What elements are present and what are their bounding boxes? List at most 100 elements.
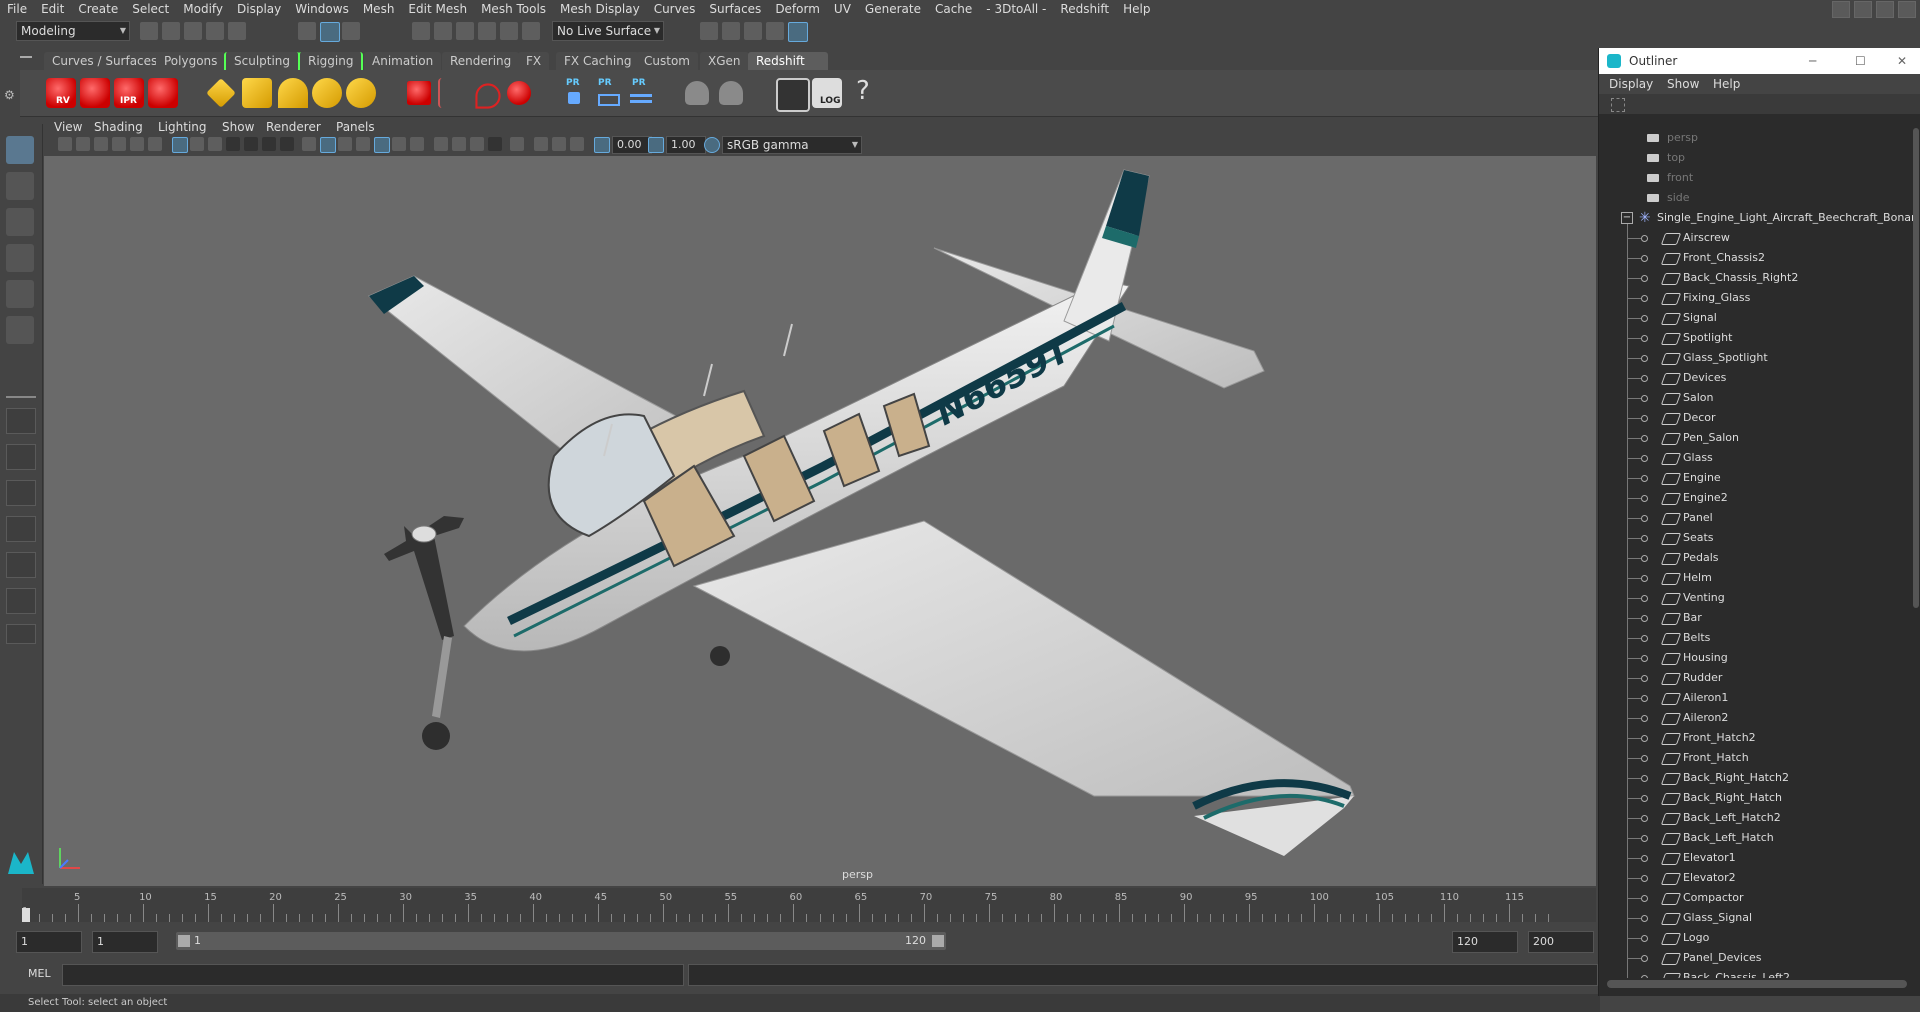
redo-icon[interactable]: [228, 22, 246, 40]
outliner-mesh-row[interactable]: Airscrew: [1599, 228, 1913, 248]
mel-label[interactable]: MEL: [28, 967, 51, 980]
outliner-camera-row[interactable]: persp: [1599, 128, 1913, 148]
outliner-mesh-row[interactable]: Logo: [1599, 928, 1913, 948]
outliner-mesh-row[interactable]: Fixing_Glass: [1599, 288, 1913, 308]
outliner-mesh-row[interactable]: Elevator1: [1599, 848, 1913, 868]
outliner-camera-row[interactable]: front: [1599, 168, 1913, 188]
use-all-lights-icon[interactable]: [392, 137, 406, 151]
menu-create[interactable]: Create: [71, 0, 125, 18]
save-scene-icon[interactable]: [184, 22, 202, 40]
redshift-render-settings-icon[interactable]: [148, 78, 178, 108]
four-pane-layout-icon[interactable]: [6, 444, 36, 470]
workspace-icon[interactable]: [1832, 1, 1850, 18]
gate-mask-icon[interactable]: [226, 137, 240, 151]
menu-3dtoall[interactable]: - 3DtoAll -: [979, 0, 1053, 18]
select-object-icon[interactable]: [320, 22, 340, 42]
outliner-mesh-row[interactable]: Devices: [1599, 368, 1913, 388]
tab-curves-surfaces[interactable]: Curves / Surfaces: [44, 52, 166, 70]
film-gate-icon[interactable]: [190, 137, 204, 151]
outliner-mesh-row[interactable]: Engine: [1599, 468, 1913, 488]
outliner-mesh-row[interactable]: Panel: [1599, 508, 1913, 528]
textured-icon[interactable]: [374, 137, 390, 153]
scale-tool-icon[interactable]: [6, 316, 34, 344]
live-surface-field[interactable]: No Live Surface: [552, 21, 664, 41]
outliner-mesh-row[interactable]: Engine2: [1599, 488, 1913, 508]
menu-mesh-tools[interactable]: Mesh Tools: [474, 0, 553, 18]
range-slider[interactable]: 1 120: [176, 932, 946, 950]
outliner-mesh-row[interactable]: Signal: [1599, 308, 1913, 328]
panel-menu-show[interactable]: Show: [222, 118, 254, 136]
outliner-menu-help[interactable]: Help: [1713, 74, 1740, 94]
redshift-pr-icon-2[interactable]: PR: [592, 78, 622, 108]
isolate-select-icon[interactable]: [510, 137, 524, 151]
grease-pencil-icon[interactable]: [148, 137, 162, 151]
tab-fx[interactable]: FX: [518, 52, 550, 70]
outliner-mesh-row[interactable]: Bar: [1599, 608, 1913, 628]
layout-icon[interactable]: [1854, 1, 1872, 18]
field-chart-icon[interactable]: [244, 137, 258, 151]
panel-menu-view[interactable]: View: [54, 118, 82, 136]
redshift-pr-icon-1[interactable]: PR: [560, 78, 590, 108]
2d-pan-zoom-icon[interactable]: [130, 137, 144, 151]
menu-select[interactable]: Select: [125, 0, 176, 18]
smooth-shade-icon[interactable]: [320, 137, 336, 153]
shadows-icon[interactable]: [410, 137, 424, 151]
anti-aliasing-icon[interactable]: [470, 137, 484, 151]
outliner-menu-display[interactable]: Display: [1609, 74, 1653, 94]
outliner-camera-row[interactable]: side: [1599, 188, 1913, 208]
menu-uv[interactable]: UV: [827, 0, 858, 18]
menu-cache[interactable]: Cache: [928, 0, 979, 18]
range-start-handle[interactable]: [178, 935, 190, 947]
redshift-volume-icon[interactable]: [438, 78, 470, 108]
outliner-mesh-row[interactable]: Aileron2: [1599, 708, 1913, 728]
settings-icon[interactable]: [1898, 1, 1916, 18]
outliner-mesh-row[interactable]: Elevator2: [1599, 868, 1913, 888]
outliner-mesh-row[interactable]: Panel_Devices: [1599, 948, 1913, 968]
ipr-render-icon[interactable]: [722, 22, 740, 40]
mode-dropdown[interactable]: Modeling: [16, 21, 130, 41]
gear-icon[interactable]: ⚙: [4, 88, 15, 102]
outliner-mesh-row[interactable]: Helm: [1599, 568, 1913, 588]
tab-polygons[interactable]: Polygons: [156, 52, 226, 70]
redshift-proxy-export-icon[interactable]: [685, 81, 709, 105]
outliner-root-row[interactable]: − ✳ Single_Engine_Light_Aircraft_Beechcraf…: [1599, 208, 1913, 228]
outliner-filter-bar[interactable]: [1599, 94, 1920, 114]
tab-sculpting[interactable]: Sculpting: [224, 52, 301, 70]
redshift-render-view-icon[interactable]: RV: [46, 78, 76, 108]
ambient-occlusion-icon[interactable]: [434, 137, 448, 151]
outliner-menu-show[interactable]: Show: [1667, 74, 1699, 94]
outliner-mesh-row[interactable]: Back_Right_Hatch2: [1599, 768, 1913, 788]
outliner-mesh-row[interactable]: Belts: [1599, 628, 1913, 648]
outliner-mesh-row[interactable]: Front_Chassis2: [1599, 248, 1913, 268]
outliner-horizontal-scrollbar[interactable]: [1607, 980, 1907, 988]
paint-select-tool-icon[interactable]: [6, 208, 34, 236]
redshift-curve-icon[interactable]: [475, 83, 501, 109]
color-management-icon[interactable]: [704, 137, 720, 153]
new-scene-icon[interactable]: [140, 22, 158, 40]
tab-xgen[interactable]: XGen: [700, 52, 749, 70]
menu-help[interactable]: Help: [1116, 0, 1157, 18]
select-component-icon[interactable]: [342, 22, 360, 40]
redshift-sun-sky-icon[interactable]: [346, 78, 376, 108]
outliner-vertical-scrollbar[interactable]: [1913, 128, 1919, 608]
redshift-material-icon[interactable]: [407, 81, 431, 105]
start-time-field[interactable]: 1: [16, 931, 82, 953]
snap-grid-icon[interactable]: [412, 22, 430, 40]
redshift-proxy-import-icon[interactable]: [719, 81, 743, 105]
outliner-mesh-row[interactable]: Glass_Signal: [1599, 908, 1913, 928]
redshift-spot-light-icon[interactable]: [278, 78, 308, 108]
grid-icon[interactable]: [172, 137, 188, 153]
hypershade-icon[interactable]: [766, 22, 784, 40]
render-view-icon[interactable]: [788, 22, 808, 42]
redshift-script-icon[interactable]: [776, 78, 810, 112]
minimize-icon[interactable]: ─: [1809, 48, 1816, 74]
resolution-gate-icon[interactable]: [208, 137, 222, 151]
outliner-mesh-row[interactable]: Back_Left_Hatch: [1599, 828, 1913, 848]
single-pane-layout-icon[interactable]: [6, 408, 36, 434]
snap-curve-icon[interactable]: [434, 22, 452, 40]
two-pane-stacked-layout-icon[interactable]: [6, 516, 36, 542]
panel-menu-panels[interactable]: Panels: [336, 118, 375, 136]
end-time-field[interactable]: 200: [1528, 931, 1594, 953]
close-icon[interactable]: ✕: [1897, 48, 1907, 74]
menu-edit[interactable]: Edit: [34, 0, 71, 18]
